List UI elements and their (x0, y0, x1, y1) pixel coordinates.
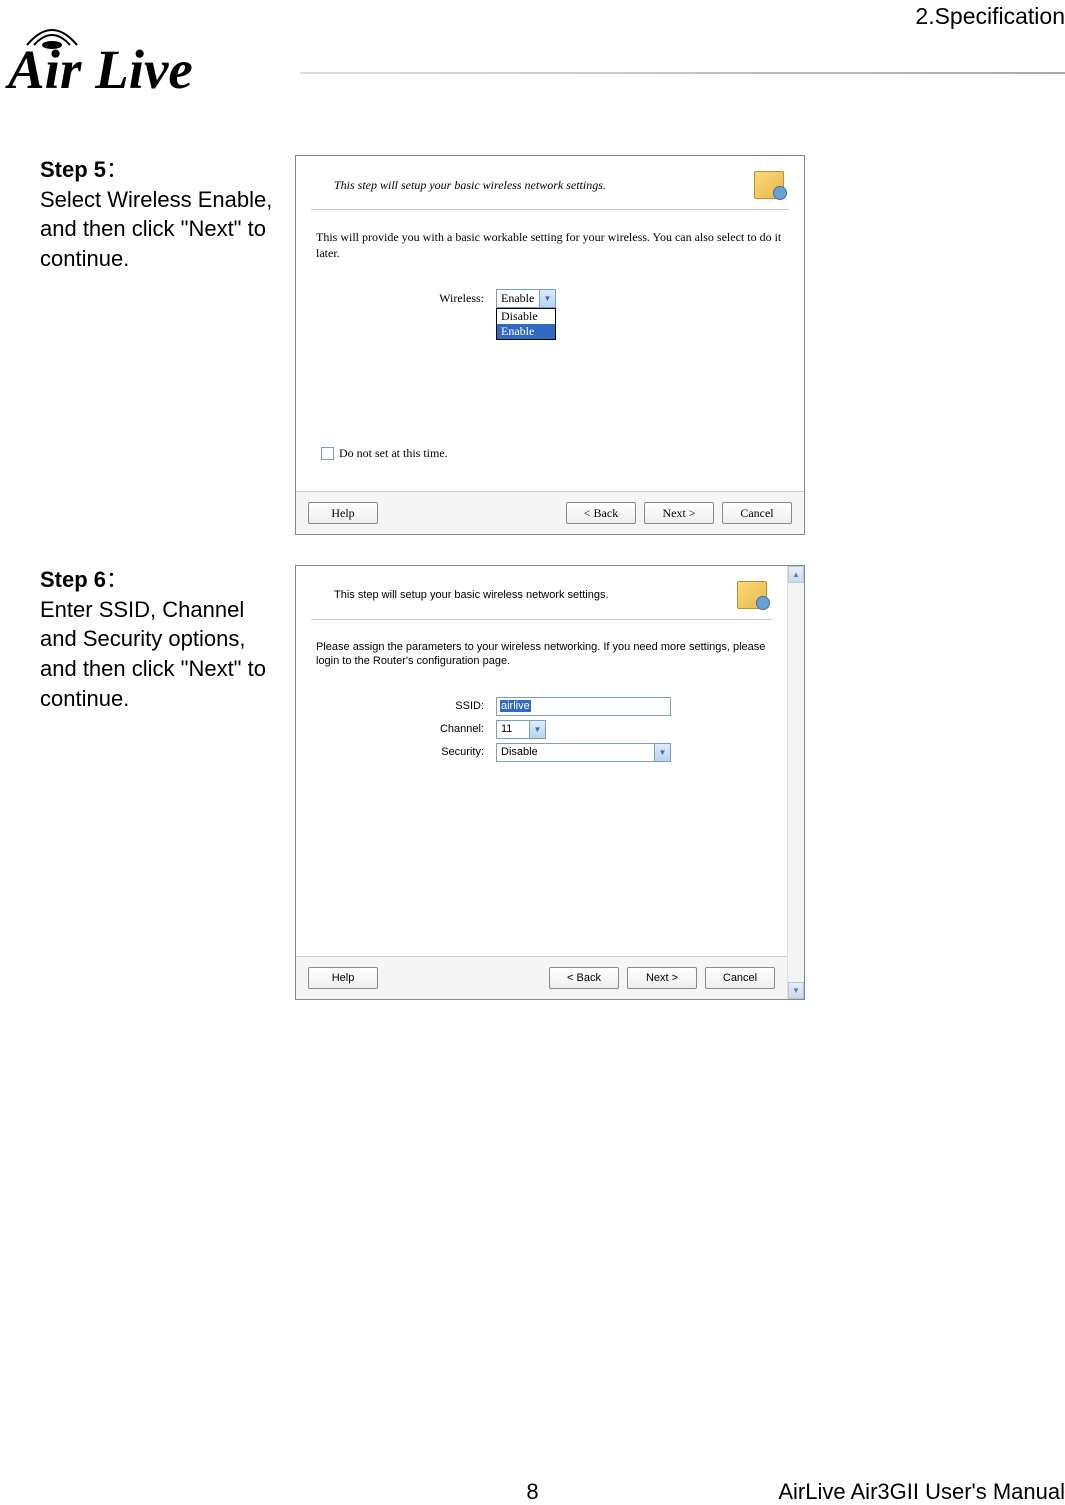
step5-wizard-footer: Help < Back Next > Cancel (296, 491, 804, 534)
logo-text: Air Live (8, 39, 193, 100)
cancel-button[interactable]: Cancel (722, 502, 792, 524)
step5-label: Step 5 (40, 157, 106, 182)
channel-label: Channel: (316, 723, 496, 735)
wireless-dropdown-list[interactable]: Disable Enable (496, 308, 556, 340)
step6-label: Step 6 (40, 567, 106, 592)
step5-colon: ： (106, 157, 128, 182)
do-not-set-row[interactable]: Do not set at this time. (321, 446, 448, 461)
wizard-scrollbar[interactable]: ▲ ▼ (787, 566, 804, 999)
security-label: Security: (316, 746, 496, 758)
step5-wizard-desc: This will provide you with a basic worka… (316, 230, 784, 261)
step5-instruction: Select Wireless Enable, and then click "… (40, 187, 272, 271)
wireless-dropdown[interactable]: Enable ▼ Disable Enable (496, 289, 556, 308)
step6-wizard-desc: Please assign the parameters to your wir… (316, 640, 767, 669)
security-value: Disable (501, 746, 538, 758)
chevron-down-icon: ▼ (654, 744, 670, 761)
wireless-selected-value: Enable (501, 291, 534, 306)
step5-text: Step 5： Select Wireless Enable, and then… (40, 155, 295, 274)
step5-block: Step 5： Select Wireless Enable, and then… (40, 155, 1065, 535)
step6-colon: ： (106, 567, 128, 592)
step6-wizard: This step will setup your basic wireless… (295, 565, 805, 1000)
step6-block: Step 6： Enter SSID, Channel and Security… (40, 565, 1065, 1000)
brand-logo: Air Live® (8, 10, 303, 105)
header-section: 2.Specification (915, 3, 1065, 30)
next-button[interactable]: Next > (644, 502, 714, 524)
chevron-down-icon: ▼ (529, 721, 545, 738)
help-button[interactable]: Help (308, 502, 378, 524)
step6-text: Step 6： Enter SSID, Channel and Security… (40, 565, 295, 713)
step5-wizard: This step will setup your basic wireless… (295, 155, 805, 535)
manual-title: AirLive Air3GII User's Manual (778, 1479, 1065, 1505)
wizard-icon (737, 581, 767, 609)
back-button[interactable]: < Back (549, 967, 619, 989)
do-not-set-label: Do not set at this time. (339, 446, 448, 461)
step6-wizard-footer: Help < Back Next > Cancel (296, 956, 787, 999)
cancel-button[interactable]: Cancel (705, 967, 775, 989)
step6-wizard-title: This step will setup your basic wireless… (316, 589, 737, 601)
back-button[interactable]: < Back (566, 502, 636, 524)
security-select[interactable]: Disable ▼ (496, 743, 671, 762)
scroll-track[interactable] (788, 583, 804, 982)
channel-value: 11 (501, 723, 512, 735)
scroll-up-icon[interactable]: ▲ (788, 566, 804, 583)
ssid-input[interactable]: airlive (496, 697, 671, 716)
dropdown-option-disable[interactable]: Disable (497, 309, 555, 324)
ssid-label: SSID: (316, 700, 496, 712)
step5-wizard-title: This step will setup your basic wireless… (316, 178, 754, 193)
step6-instruction: Enter SSID, Channel and Security options… (40, 597, 266, 711)
wireless-label: Wireless: (316, 291, 496, 306)
next-button[interactable]: Next > (627, 967, 697, 989)
ssid-value: airlive (500, 700, 531, 712)
channel-select[interactable]: 11 ▼ (496, 720, 546, 739)
do-not-set-checkbox[interactable] (321, 447, 334, 460)
scroll-down-icon[interactable]: ▼ (788, 982, 804, 999)
dropdown-option-enable[interactable]: Enable (497, 324, 555, 339)
chevron-down-icon: ▼ (539, 290, 555, 307)
help-button[interactable]: Help (308, 967, 378, 989)
page-number: 8 (526, 1479, 538, 1505)
wizard-icon (754, 171, 784, 199)
header-divider (300, 72, 1065, 74)
